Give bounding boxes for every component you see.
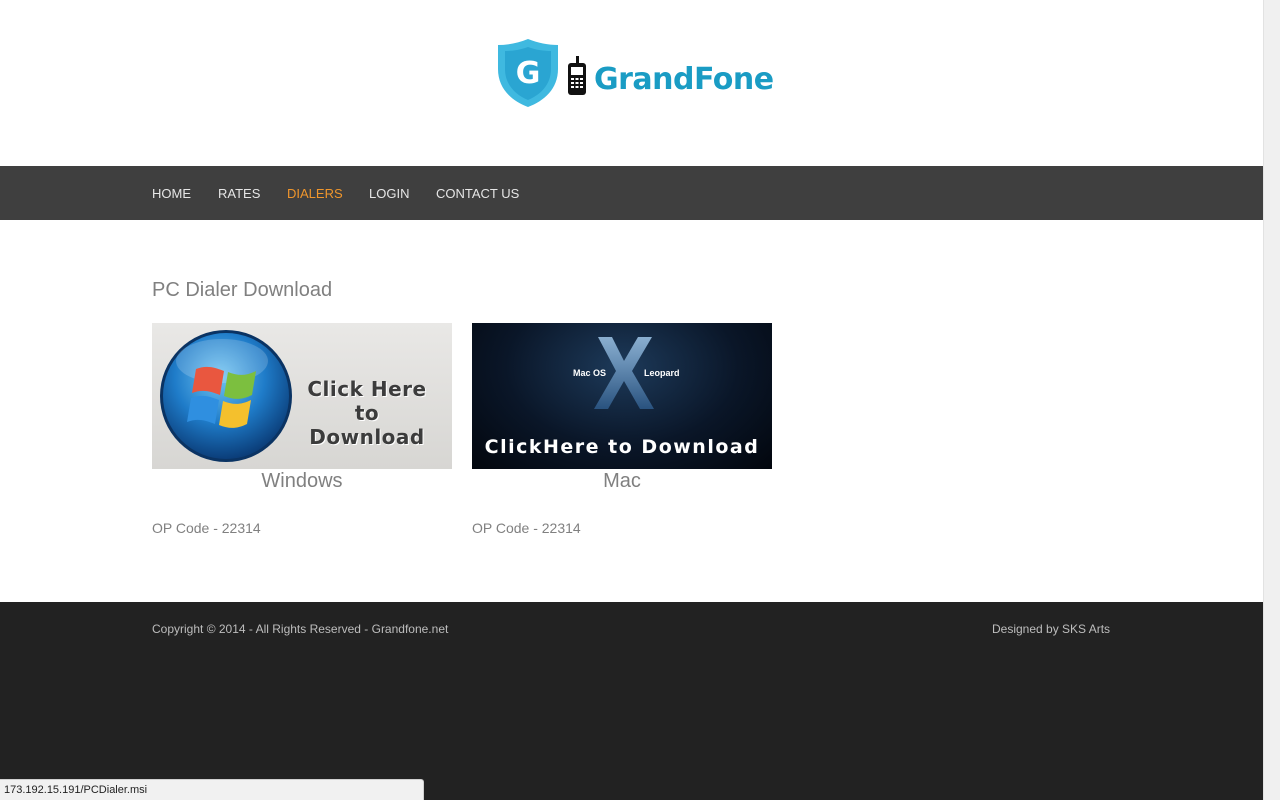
brand-name: GrandFone [594, 61, 774, 97]
svg-text:G: G [516, 56, 541, 91]
leopard-label: Leopard [644, 368, 680, 378]
browser-status-bar: 173.192.15.191/PCDialer.msi [0, 779, 424, 800]
mac-download-card: Mac OS Leopard ClickHere to Download Mac… [472, 323, 772, 536]
vertical-scrollbar[interactable] [1263, 0, 1280, 800]
windows-caption: Windows [261, 470, 343, 492]
designer-credit: Designed by SKS Arts [992, 622, 1111, 636]
shield-icon: G [498, 39, 558, 107]
windows-op-code: OP Code - 22314 [152, 520, 261, 536]
nav-home-link[interactable]: HOME [152, 186, 191, 201]
windows-download-card: Click Here to Download Windows OP Code - … [152, 323, 452, 536]
windows-download-button[interactable]: Click Here to Download [152, 323, 452, 469]
page: G GrandFone HOME RATES DIALERS LOGIN CON… [0, 0, 1263, 800]
nav-contact-us-link[interactable]: CONTACT US [436, 186, 519, 201]
copyright-text: Copyright © 2014 - All Rights Reserved -… [152, 622, 449, 636]
mac-caption: Mac [603, 470, 641, 492]
footer: Copyright © 2014 - All Rights Reserved -… [0, 602, 1263, 800]
page-title: PC Dialer Download [152, 279, 333, 301]
windows-logo-icon [160, 330, 292, 462]
nav-login-link[interactable]: LOGIN [369, 186, 409, 201]
mac-os-label: Mac OS [573, 368, 607, 378]
main-navigation: HOME RATES DIALERS LOGIN CONTACT US [0, 166, 1263, 220]
nav-rates-link[interactable]: RATES [218, 186, 260, 201]
mac-op-code: OP Code - 22314 [472, 520, 581, 536]
windows-banner-text: Click Here to Download [307, 377, 427, 449]
mobile-phone-icon [568, 56, 586, 95]
mac-download-button[interactable]: Mac OS Leopard ClickHere to Download [472, 323, 772, 469]
nav-dialers-link[interactable]: DIALERS [287, 186, 343, 201]
site-logo[interactable]: G GrandFone [496, 37, 774, 109]
mac-banner-text: ClickHere to Download [484, 436, 760, 458]
